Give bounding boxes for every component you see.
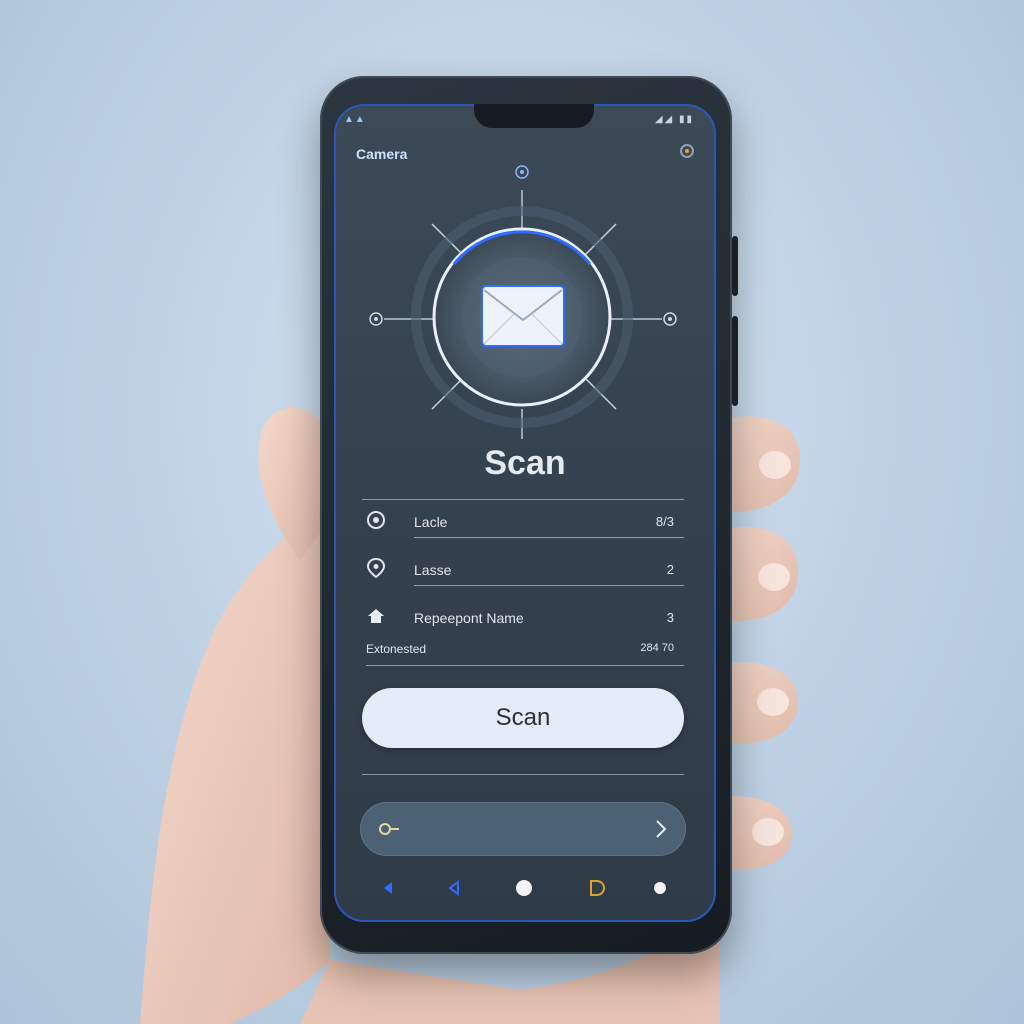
row-underline xyxy=(414,585,684,586)
list-item[interactable]: Repeepont Name 3 xyxy=(362,600,684,634)
row-underline xyxy=(414,537,684,538)
search-input[interactable] xyxy=(360,802,686,856)
page-title: Scan xyxy=(484,444,566,482)
row-value: 3 xyxy=(666,610,674,625)
target-icon xyxy=(367,511,385,529)
scan-button[interactable]: Scan xyxy=(362,688,684,748)
power-button[interactable] xyxy=(732,316,738,406)
row-label: Lasse xyxy=(414,562,452,578)
row-label: Lacle xyxy=(414,514,448,530)
navigation-bar xyxy=(334,862,716,922)
location-pin-icon xyxy=(366,558,386,578)
list-item[interactable]: Lasse 2 xyxy=(362,552,684,586)
chevron-right-icon[interactable] xyxy=(654,818,668,840)
back-icon[interactable] xyxy=(378,878,398,898)
phone-screen: ▲▲ ◢◢ ▮▮ Camera Scan Lacle 8/3 Lasse 2 R… xyxy=(334,104,716,922)
back-outline-icon[interactable] xyxy=(444,878,464,898)
row-underline xyxy=(366,665,684,666)
home-icon xyxy=(368,609,384,623)
list-item[interactable]: Lacle 8/3 xyxy=(362,504,684,538)
home-circle-icon[interactable] xyxy=(514,878,534,898)
section-divider xyxy=(362,774,684,775)
row-value: 2 xyxy=(666,562,674,577)
key-icon xyxy=(379,823,399,835)
section-divider xyxy=(362,499,684,500)
row-value: 8/3 xyxy=(655,514,674,529)
list-item[interactable]: Extonested 284 70 xyxy=(362,632,684,666)
envelope-icon xyxy=(481,285,565,347)
dot-icon[interactable] xyxy=(650,878,670,898)
row-label: Extonested xyxy=(366,642,427,656)
volume-button[interactable] xyxy=(732,236,738,296)
recents-icon[interactable] xyxy=(586,878,606,898)
row-value: 284 70 xyxy=(640,642,674,654)
row-label: Repeepont Name xyxy=(414,610,524,626)
